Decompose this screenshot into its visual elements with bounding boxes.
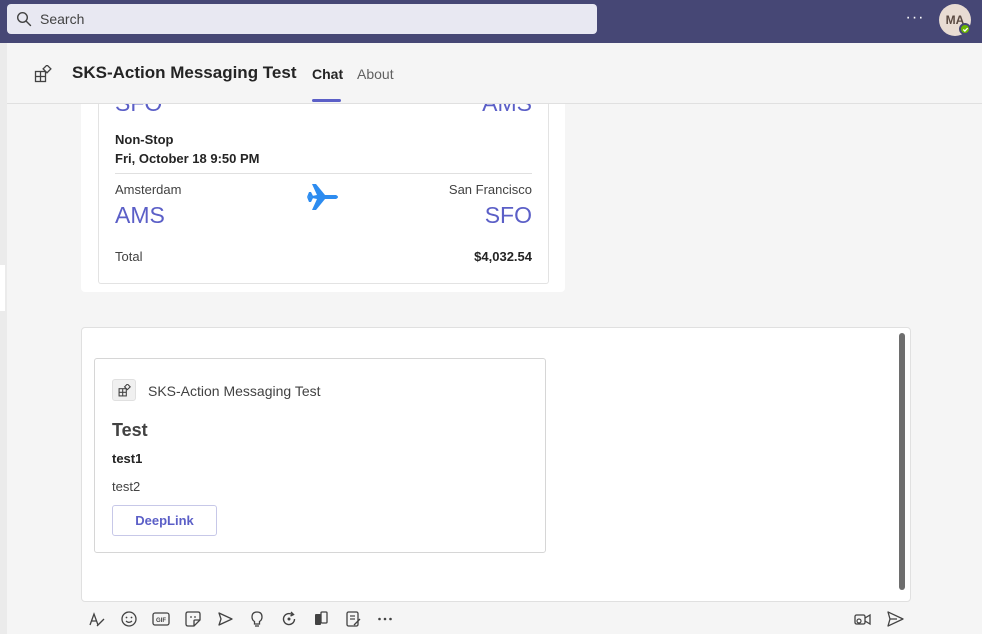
divider <box>115 173 532 174</box>
flight-departure: Fri, October 18 9:50 PM <box>115 151 260 166</box>
approvals-icon[interactable] <box>343 609 363 629</box>
chat-header: SKS-Action Messaging Test Chat About <box>7 43 982 104</box>
tab-about[interactable]: About <box>357 66 394 82</box>
search-box[interactable]: Search <box>7 4 597 34</box>
destination-code: SFO <box>484 202 532 228</box>
compose-toolbar: GIF <box>81 606 911 632</box>
top-bar: Search ··· MA <box>0 0 982 43</box>
sticker-icon[interactable] <box>183 609 203 629</box>
flight-stops: Non-Stop <box>115 132 174 147</box>
send-icon[interactable] <box>885 609 905 629</box>
scrollbar[interactable] <box>899 333 905 590</box>
airplane-icon <box>307 184 338 210</box>
origin-city: Amsterdam <box>115 182 182 197</box>
search-placeholder: Search <box>40 11 85 27</box>
destination-city: San Francisco <box>448 182 532 197</box>
more-icon[interactable] <box>375 609 395 629</box>
origin-code: AMS <box>115 202 165 228</box>
previous-destination-code: AMS <box>482 104 532 117</box>
attach-icon[interactable] <box>311 609 331 629</box>
more-options-icon[interactable]: ··· <box>904 8 926 30</box>
card-title: Test <box>112 420 148 440</box>
schedule-meeting-icon[interactable] <box>215 609 235 629</box>
card-text-2: test2 <box>112 479 141 494</box>
total-label: Total <box>115 249 143 264</box>
adaptive-card-preview: SKS-Action Messaging Test Test test1 tes… <box>94 358 546 553</box>
dictate-icon[interactable] <box>853 609 873 629</box>
praise-icon[interactable] <box>247 609 267 629</box>
active-tab-indicator <box>312 99 341 102</box>
flight-card: SFO AMS Non-Stop Fri, October 18 9:50 PM… <box>98 104 549 284</box>
search-icon <box>16 11 32 27</box>
loop-icon[interactable] <box>279 609 299 629</box>
total-value: $4,032.54 <box>474 249 532 264</box>
svg-text:GIF: GIF <box>156 618 166 624</box>
app-icon <box>34 65 52 83</box>
rail-active-indicator <box>0 265 5 311</box>
emoji-icon[interactable] <box>119 609 139 629</box>
gif-icon[interactable]: GIF <box>151 609 171 629</box>
previous-origin-code: SFO <box>115 104 162 117</box>
tab-chat[interactable]: Chat <box>312 66 343 82</box>
card-app-name: SKS-Action Messaging Test <box>148 383 321 399</box>
left-rail <box>0 43 7 634</box>
page-title: SKS-Action Messaging Test <box>72 63 297 82</box>
deeplink-button[interactable]: DeepLink <box>112 505 217 536</box>
card-app-icon <box>112 379 136 401</box>
presence-available-icon <box>959 23 971 35</box>
format-icon[interactable] <box>87 609 107 629</box>
card-text-1: test1 <box>112 451 143 466</box>
